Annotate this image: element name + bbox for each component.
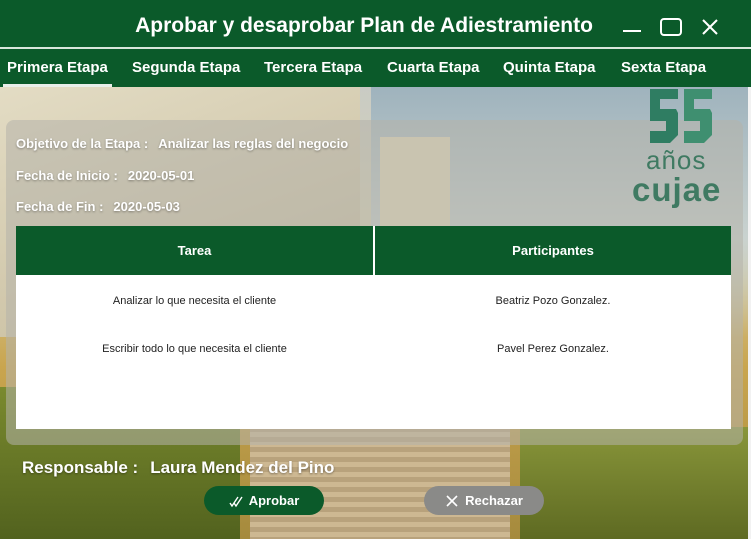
aprobar-label: Aprobar: [248, 493, 300, 508]
tab-primera-etapa[interactable]: Primera Etapa: [3, 49, 112, 87]
close-icon: [702, 19, 718, 35]
column-header-participantes[interactable]: Participantes: [375, 226, 731, 275]
responsable-value: Laura Mendez del Pino: [150, 458, 335, 477]
tab-tercera-etapa[interactable]: Tercera Etapa: [264, 49, 362, 87]
minimize-icon: [623, 30, 641, 32]
maximize-button[interactable]: [659, 16, 683, 38]
table-row[interactable]: Analizar lo que necesita el cliente Beat…: [16, 289, 731, 313]
cell-tarea: Analizar lo que necesita el cliente: [112, 295, 277, 307]
fecha-inicio-label: Fecha de Inicio :: [16, 168, 118, 183]
fecha-fin-field: Fecha de Fin : 2020-05-03: [16, 199, 180, 214]
double-check-icon: [229, 496, 243, 507]
table-header: Tarea Participantes: [16, 226, 731, 275]
tasks-table[interactable]: Tarea Participantes Analizar lo que nece…: [16, 226, 731, 429]
x-icon: [446, 494, 458, 507]
cujae-logo: años cujae: [630, 87, 740, 208]
aprobar-button[interactable]: Aprobar: [204, 486, 324, 515]
logo-cujae-text: cujae: [632, 171, 722, 208]
rechazar-button[interactable]: Rechazar: [424, 486, 544, 515]
responsable-field: Responsable : Laura Mendez del Pino: [22, 458, 334, 478]
cell-tarea: Escribir todo lo que necesita el cliente: [102, 343, 287, 355]
tab-cuarta-etapa[interactable]: Cuarta Etapa: [387, 49, 480, 87]
responsable-label: Responsable :: [22, 458, 139, 477]
objetivo-label: Objetivo de la Etapa :: [16, 136, 149, 151]
tab-quinta-etapa[interactable]: Quinta Etapa: [503, 49, 596, 87]
objetivo-value: Analizar las reglas del negocio: [158, 136, 349, 151]
rechazar-label: Rechazar: [465, 493, 523, 508]
tab-segunda-etapa[interactable]: Segunda Etapa: [132, 49, 240, 87]
minimize-button[interactable]: [620, 16, 644, 38]
fecha-fin-label: Fecha de Fin :: [16, 199, 104, 214]
tab-sexta-etapa[interactable]: Sexta Etapa: [621, 49, 706, 87]
column-header-tarea[interactable]: Tarea: [16, 226, 373, 275]
close-button[interactable]: [698, 16, 722, 38]
window-title: Aprobar y desaprobar Plan de Adiestramie…: [135, 14, 593, 37]
maximize-icon: [660, 18, 682, 36]
fecha-inicio-value: 2020-05-01: [127, 168, 195, 183]
objetivo-field: Objetivo de la Etapa : Analizar las regla…: [16, 136, 348, 151]
cell-participantes: Beatriz Pozo Gonzalez.: [495, 295, 611, 307]
table-row[interactable]: Escribir todo lo que necesita el cliente…: [16, 337, 731, 361]
fecha-inicio-field: Fecha de Inicio : 2020-05-01: [16, 168, 194, 183]
anniversary-55-icon: [650, 89, 712, 143]
cell-participantes: Pavel Perez Gonzalez.: [497, 343, 609, 355]
fecha-fin-value: 2020-05-03: [113, 199, 180, 214]
title-bar: Aprobar y desaprobar Plan de Adiestramie…: [0, 0, 751, 52]
stage-tabs: Primera Etapa Segunda Etapa Tercera Etap…: [0, 49, 751, 87]
